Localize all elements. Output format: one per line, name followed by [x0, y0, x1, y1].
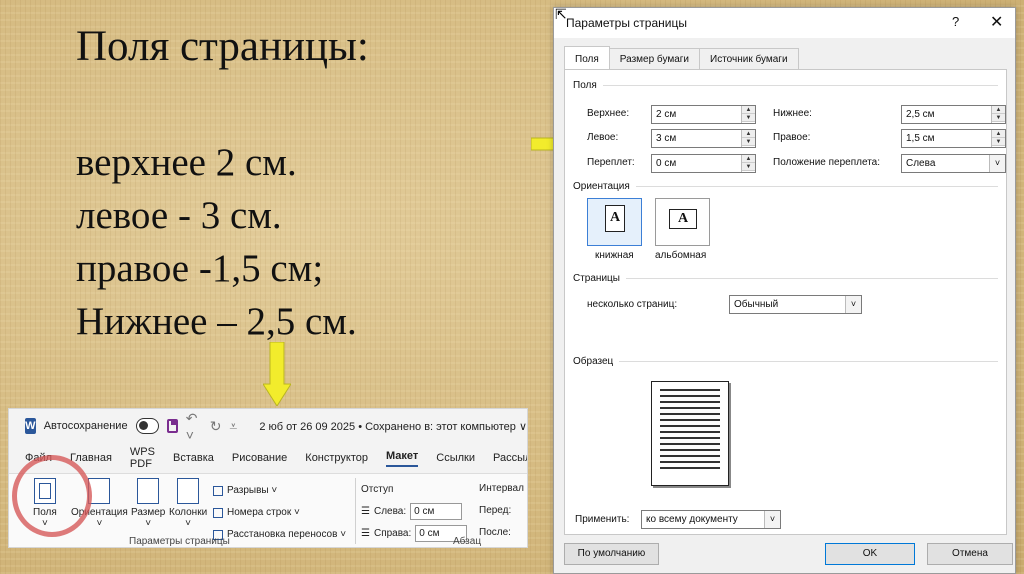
breaks-button[interactable]: Разрывы ˅ [213, 480, 346, 502]
tab-paper-size[interactable]: Размер бумаги [608, 48, 700, 70]
indent-right-label: Справа: [373, 527, 412, 539]
yellow-arrow-down-icon [263, 342, 291, 406]
left-margin-spinner[interactable]: ▲ ▼ [741, 130, 755, 147]
word-logo-icon: W [25, 418, 36, 434]
document-status[interactable]: 2 юб от 26 09 2025 • Сохранено в: этот к… [259, 420, 527, 433]
chevron-down-icon: ˅ [989, 155, 1005, 172]
close-icon[interactable]: ✕ [990, 12, 1003, 32]
spacing-after-label[interactable]: После: [479, 522, 524, 544]
bottom-margin-label: Нижнее: [773, 108, 812, 119]
tab-paper-source[interactable]: Источник бумаги [699, 48, 799, 70]
top-margin-spinner[interactable]: ▲ ▼ [741, 106, 755, 123]
slide-margin-list: верхнее 2 см. левое - 3 см. правое -1,5 … [76, 140, 357, 352]
chevron-down-icon: ˅ [845, 296, 861, 313]
right-margin-label: Правое: [773, 132, 811, 143]
ribbon-tabs: Файл Главная WPS PDF Вставка Рисование К… [9, 443, 527, 473]
ok-button[interactable]: OK [825, 543, 915, 565]
chevron-down-icon: ˅ [764, 511, 780, 528]
set-default-button[interactable]: По умолчанию [564, 543, 659, 565]
spacing-group: Интервал Перед: После: [479, 478, 524, 544]
autosave-label: Автосохранение [43, 420, 128, 432]
tab-home[interactable]: Главная [70, 452, 112, 464]
gutter-spinner[interactable]: ▲ ▼ [741, 155, 755, 172]
indent-right-icon: ☰ [361, 527, 370, 539]
mouse-cursor-icon: ⇱ [555, 6, 567, 22]
dialog-titlebar: Параметры страницы ? ✕ [554, 8, 1015, 38]
gutter-position-label: Положение переплета: [773, 157, 881, 168]
portrait-label: книжная [595, 250, 634, 261]
indent-left-icon: ☰ [361, 505, 370, 517]
breaks-icon [213, 486, 223, 496]
tab-layout[interactable]: Макет [386, 450, 419, 467]
columns-button[interactable]: Колонки ˅ [169, 478, 207, 529]
portrait-option[interactable]: A [587, 198, 642, 246]
quick-access-toolbar: W Автосохранение ↶ ˅ ↻ ⩡ 2 юб от 26 09 2… [9, 409, 527, 443]
slide-line-top: верхнее 2 см. [76, 141, 297, 184]
help-icon[interactable]: ? [952, 14, 959, 29]
spacing-before-label[interactable]: Перед: [479, 500, 524, 522]
top-margin-input[interactable]: 2 см ▲ ▼ [651, 105, 756, 124]
bottom-margin-input[interactable]: 2,5 см ▲ ▼ [901, 105, 1006, 124]
tab-insert[interactable]: Вставка [173, 452, 214, 464]
landscape-label: альбомная [655, 250, 707, 261]
columns-icon [177, 478, 200, 504]
spacing-title: Интервал [479, 483, 524, 494]
right-margin-spinner[interactable]: ▲ ▼ [991, 130, 1005, 147]
dialog-tabs: Поля Размер бумаги Источник бумаги [564, 46, 799, 70]
gutter-input[interactable]: 0 см ▲ ▼ [651, 154, 756, 173]
autosave-toggle[interactable] [135, 418, 160, 434]
pages-section-header: Страницы [573, 273, 998, 284]
orientation-section-header: Ориентация [573, 181, 998, 192]
dialog-title: Параметры страницы [566, 16, 687, 30]
bottom-margin-spinner[interactable]: ▲ ▼ [991, 106, 1005, 123]
indent-group: Отступ ☰ Слева: 0 см ☰ Справа: 0 см [361, 478, 468, 544]
preview-page [651, 381, 729, 486]
gutter-position-select[interactable]: Слева ˅ [901, 154, 1006, 173]
landscape-page-icon: A [669, 209, 697, 229]
multiple-pages-select[interactable]: Обычный ˅ [729, 295, 862, 314]
tab-design[interactable]: Конструктор [305, 452, 368, 464]
top-margin-label: Верхнее: [587, 108, 630, 119]
customize-qat-icon[interactable]: ⩡ [229, 418, 237, 435]
hyphenation-button[interactable]: Расстановка переносов ˅ [213, 524, 346, 546]
margins-panel: Поля Верхнее: 2 см ▲ ▼ Нижнее: 2,5 см ▲ ▼ Ле… [564, 69, 1007, 535]
slide-line-left: левое - 3 см. [76, 194, 282, 237]
slide-line-right: правое -1,5 см; [76, 247, 324, 290]
indent-left-label: Слева: [373, 505, 407, 517]
page-setup-list: Разрывы ˅ Номера строк ˅ Расстановка пер… [213, 480, 346, 546]
tab-draw[interactable]: Рисование [232, 452, 287, 464]
apply-to-select[interactable]: ко всему документу ˅ [641, 510, 781, 529]
line-numbers-button[interactable]: Номера строк ˅ [213, 502, 346, 524]
cancel-button[interactable]: Отмена [927, 543, 1013, 565]
size-button[interactable]: Размер ˅ [131, 478, 165, 529]
save-icon[interactable] [167, 419, 178, 433]
page-setup-group-label: Параметры страницы [129, 536, 230, 547]
page-setup-dialog: Параметры страницы ? ✕ Поля Размер бумаг… [553, 7, 1016, 574]
group-separator [355, 478, 356, 544]
paragraph-group-label: Абзац [453, 536, 482, 547]
gutter-label: Переплет: [587, 157, 635, 168]
undo-icon[interactable]: ↶ ˅ [186, 410, 202, 443]
landscape-option[interactable]: A [655, 198, 710, 246]
line-numbers-icon [213, 508, 223, 518]
tab-margins[interactable]: Поля [564, 46, 610, 70]
portrait-page-icon: A [605, 205, 625, 232]
left-margin-input[interactable]: 3 см ▲ ▼ [651, 129, 756, 148]
multiple-pages-label: несколько страниц: [587, 299, 678, 310]
size-icon [137, 478, 160, 504]
left-margin-label: Левое: [587, 132, 619, 143]
red-highlight-circle [12, 455, 92, 537]
margins-section-header: Поля [573, 80, 998, 91]
tab-references[interactable]: Ссылки [436, 452, 475, 464]
redo-icon[interactable]: ↻ [210, 418, 222, 435]
right-margin-input[interactable]: 1,5 см ▲ ▼ [901, 129, 1006, 148]
slide-title: Поля страницы: [76, 23, 369, 70]
indent-title: Отступ [361, 483, 394, 495]
tab-wps-pdf[interactable]: WPS PDF [130, 446, 155, 470]
tab-mailings[interactable]: Рассыл [493, 452, 527, 464]
apply-to-label: Применить: [575, 514, 630, 525]
indent-left-input[interactable]: 0 см [410, 502, 463, 520]
preview-section-header: Образец [573, 356, 998, 367]
slide-line-bottom: Нижнее – 2,5 см. [76, 300, 357, 343]
